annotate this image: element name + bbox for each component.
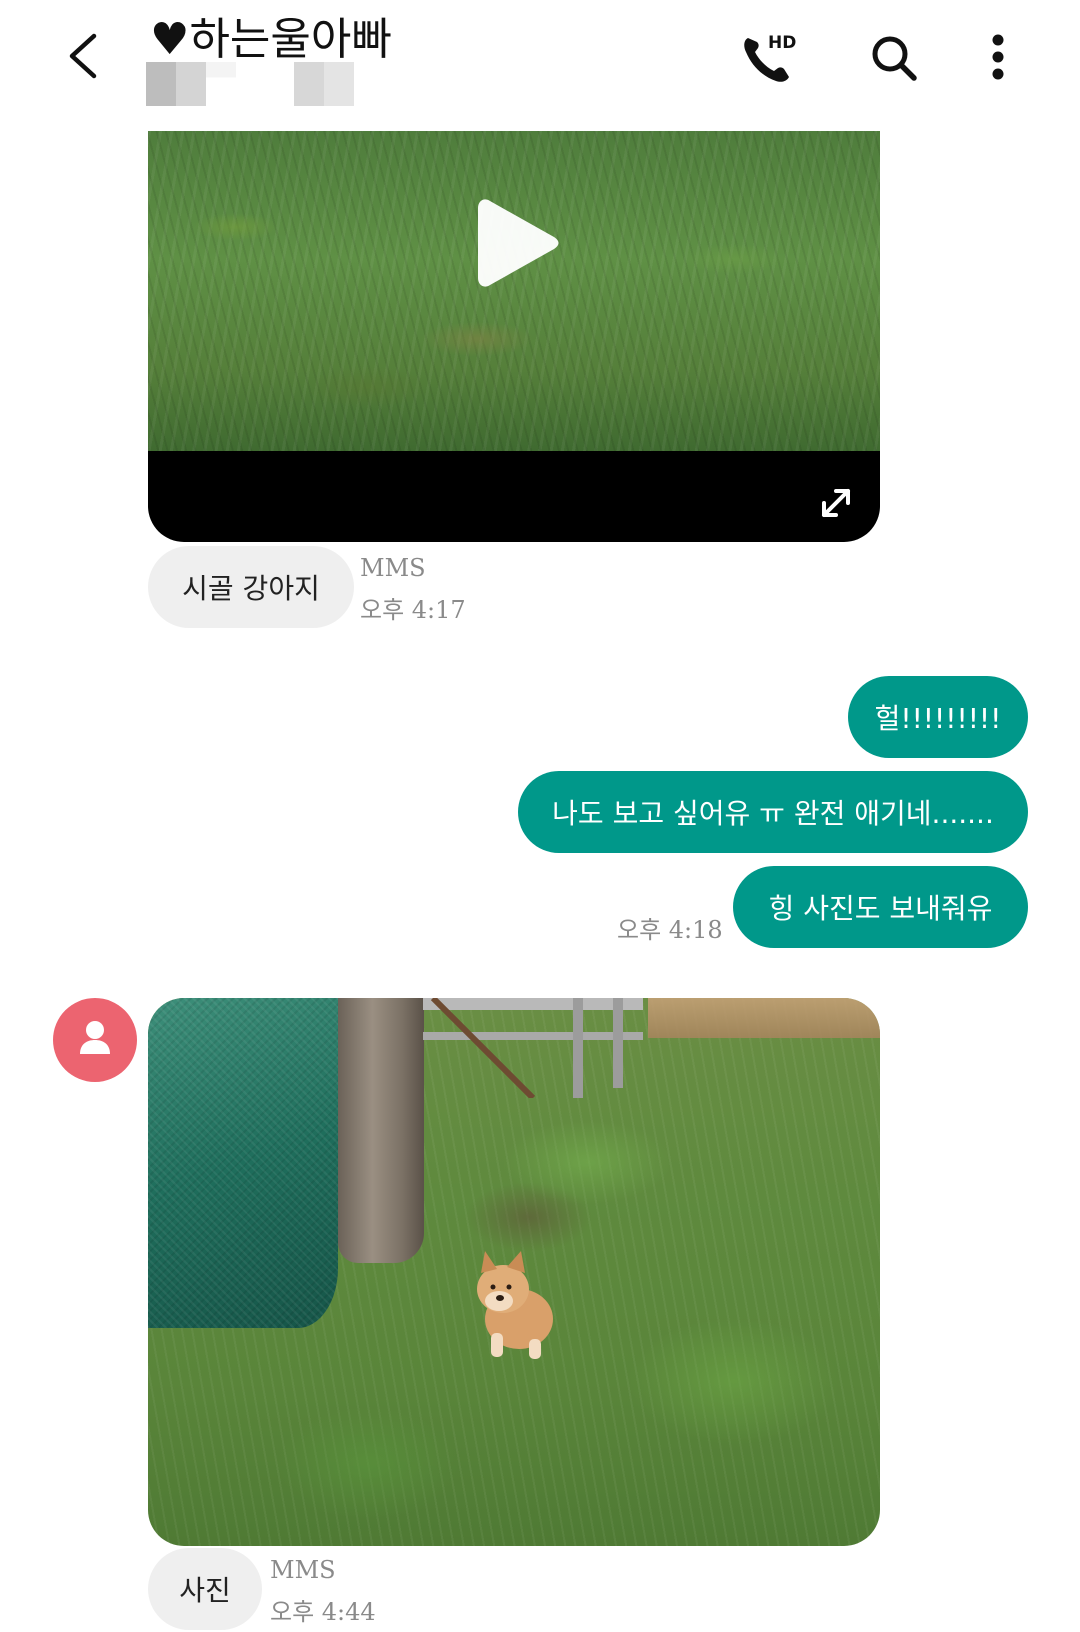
play-icon[interactable]	[476, 195, 560, 291]
back-button[interactable]	[58, 28, 114, 84]
expand-icon[interactable]	[816, 483, 856, 523]
message-time: 오후 4:44	[270, 1598, 376, 1626]
contact-avatar[interactable]	[53, 998, 137, 1082]
more-vertical-icon	[992, 34, 1004, 80]
photo-ladder	[423, 998, 643, 1098]
outgoing-message-bubble[interactable]: 헐!!!!!!!!!	[848, 676, 1028, 758]
message-type-label: MMS	[270, 1556, 336, 1584]
video-attachment[interactable]	[148, 131, 880, 542]
photo-puppy	[477, 1251, 553, 1359]
video-thumbnail	[148, 131, 880, 451]
message-text: 시골 강아지	[182, 572, 320, 605]
photo-tarp	[148, 998, 338, 1328]
search-button[interactable]	[868, 32, 920, 84]
message-time: 오후 4:17	[360, 596, 466, 624]
message-time: 오후 4:18	[617, 916, 723, 944]
incoming-message-bubble[interactable]: 시골 강아지	[148, 546, 354, 628]
outgoing-message-bubble[interactable]: 힝 사진도 보내줘유	[733, 866, 1028, 948]
blurred-contact-number	[146, 62, 206, 106]
hd-badge: HD	[768, 33, 796, 53]
hd-voice-call-button[interactable]: HD	[740, 30, 806, 86]
photo-attachment[interactable]	[148, 998, 880, 1546]
blurred-contact-number	[206, 62, 236, 106]
outgoing-message-bubble[interactable]: 나도 보고 싶어유 ㅠ 완전 애기네.......	[518, 771, 1028, 853]
more-options-button[interactable]	[980, 32, 1016, 84]
photo-wood-boards	[648, 998, 880, 1038]
blurred-contact-number	[294, 62, 354, 106]
message-text: 헐!!!!!!!!!	[874, 702, 1002, 735]
message-text: 사진	[179, 1574, 231, 1607]
incoming-message-bubble[interactable]: 사진	[148, 1548, 262, 1630]
message-type-label: MMS	[360, 554, 426, 582]
search-icon	[872, 36, 917, 81]
message-text: 힝 사진도 보내줘유	[768, 892, 993, 925]
photo-tree-trunk	[338, 998, 424, 1263]
message-text: 나도 보고 싶어유 ㅠ 완전 애기네.......	[552, 797, 994, 830]
hd-voice-call-icon: HD	[744, 33, 796, 82]
chat-header: ♥하는울아빠 HD	[0, 0, 1080, 120]
chat-title[interactable]: ♥하는울아빠	[150, 12, 392, 68]
back-arrow-icon	[69, 33, 97, 79]
contact-avatar-icon	[80, 1021, 110, 1054]
